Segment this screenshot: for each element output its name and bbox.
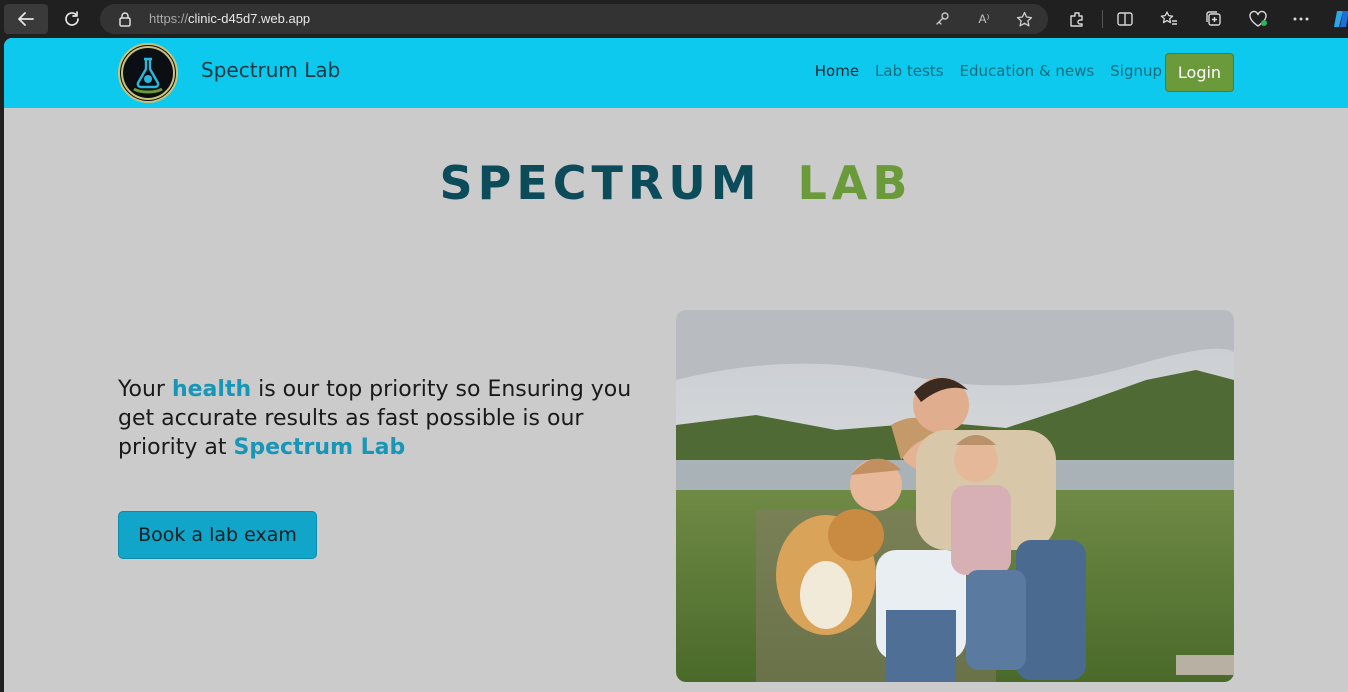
split-screen-icon[interactable] <box>1113 7 1137 31</box>
more-options-icon[interactable] <box>1289 7 1313 31</box>
family-photo <box>676 310 1234 682</box>
collections-icon[interactable] <box>1202 7 1226 31</box>
hero-title-lab: LAB <box>797 156 913 210</box>
key-icon[interactable] <box>932 10 952 28</box>
read-aloud-icon[interactable]: A⁾ <box>974 10 994 28</box>
back-arrow-icon <box>18 12 34 26</box>
browser-toolbar: https://clinic-d45d7.web.app A⁾ <box>0 0 1348 38</box>
refresh-button[interactable] <box>50 4 94 34</box>
tagline-brand: Spectrum Lab <box>233 435 406 460</box>
tagline-health: health <box>171 377 252 402</box>
page-viewport: Spectrum Lab Home Lab tests Education & … <box>4 38 1348 692</box>
copilot-icon[interactable] <box>1330 7 1348 31</box>
tagline-text-1: Your <box>118 377 172 402</box>
book-lab-exam-button[interactable]: Book a lab exam <box>118 511 317 559</box>
brand-name[interactable]: Spectrum Lab <box>201 58 340 82</box>
login-button[interactable]: Login <box>1165 53 1234 92</box>
nav-education-news[interactable]: Education & news <box>960 62 1095 80</box>
hero-title: SPECTRUM LAB <box>4 156 1348 210</box>
back-button[interactable] <box>4 4 48 34</box>
lock-icon[interactable] <box>118 11 132 31</box>
url-text[interactable]: https://clinic-d45d7.web.app <box>149 11 310 26</box>
site-navbar: Spectrum Lab Home Lab tests Education & … <box>4 38 1348 108</box>
favorites-icon[interactable] <box>1157 7 1181 31</box>
nav-lab-tests[interactable]: Lab tests <box>875 62 943 80</box>
nav-home[interactable]: Home <box>815 62 859 80</box>
spectrum-lab-logo[interactable] <box>118 43 178 103</box>
nav-signup[interactable]: Signup <box>1110 62 1162 80</box>
hero-title-spectrum: SPECTRUM <box>439 156 762 210</box>
nav-links: Home Lab tests Education & news Signup <box>815 62 1162 80</box>
favorite-star-icon[interactable] <box>1014 10 1034 28</box>
toolbar-divider <box>1102 10 1103 28</box>
address-bar[interactable]: https://clinic-d45d7.web.app A⁾ <box>100 4 1048 34</box>
browser-essentials-icon[interactable] <box>1246 7 1270 31</box>
extensions-icon[interactable] <box>1065 7 1089 31</box>
refresh-icon <box>65 11 79 26</box>
hero-tagline: Your health is our top priority so Ensur… <box>118 375 638 462</box>
